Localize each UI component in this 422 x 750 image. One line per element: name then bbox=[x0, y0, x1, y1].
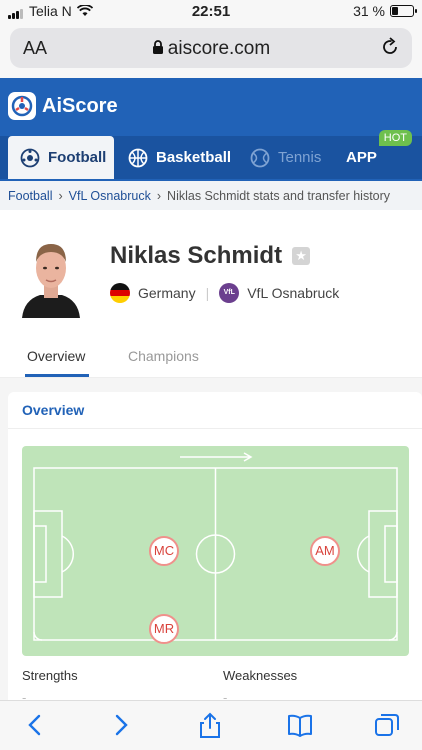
player-profile: Niklas Schmidt ★ Germany | VfL VfL Osnab… bbox=[0, 210, 422, 378]
domain-text: aiscore.com bbox=[167, 38, 271, 59]
player-photo bbox=[20, 232, 82, 318]
reload-icon[interactable] bbox=[380, 37, 400, 57]
football-icon bbox=[20, 148, 40, 167]
tennis-icon bbox=[250, 148, 270, 167]
sport-tabs: Football Basketball Tennis APP bbox=[0, 136, 422, 179]
tabs-icon[interactable] bbox=[373, 711, 401, 739]
breadcrumb-current: Niklas Schmidt stats and transfer histor… bbox=[167, 188, 391, 203]
back-icon[interactable] bbox=[21, 711, 49, 739]
player-name-row: Niklas Schmidt ★ bbox=[110, 242, 311, 270]
bookmarks-icon[interactable] bbox=[286, 711, 314, 739]
battery-icon bbox=[390, 5, 417, 17]
star-icon[interactable]: ★ bbox=[292, 247, 311, 265]
active-tab-indicator bbox=[25, 374, 89, 377]
forward-icon[interactable] bbox=[107, 711, 135, 739]
strengths-label: Strengths bbox=[22, 668, 78, 683]
card-divider bbox=[8, 428, 422, 429]
tab-overview[interactable]: Overview bbox=[27, 348, 85, 364]
player-country[interactable]: Germany bbox=[138, 285, 196, 301]
aiscore-logo[interactable]: AiScore bbox=[8, 92, 118, 120]
meta-divider: | bbox=[205, 285, 210, 301]
tab-app-label: APP bbox=[346, 149, 377, 166]
position-mr: MR bbox=[149, 614, 179, 644]
brand-name: AiScore bbox=[42, 94, 118, 117]
share-icon[interactable] bbox=[196, 711, 224, 739]
tab-tennis[interactable]: Tennis bbox=[238, 136, 330, 179]
browser-bottom-toolbar bbox=[0, 700, 422, 750]
tab-tennis-label: Tennis bbox=[278, 149, 322, 166]
browser-toolbar: AA aiscore.com bbox=[0, 24, 422, 78]
pitch-lines bbox=[33, 452, 398, 641]
tab-champions[interactable]: Champions bbox=[128, 348, 199, 364]
lock-icon bbox=[152, 40, 163, 54]
breadcrumb: Football › VfL Osnabruck › Niklas Schmid… bbox=[0, 181, 422, 210]
hot-badge: HOT bbox=[378, 130, 412, 146]
battery-level bbox=[392, 7, 398, 15]
position-pitch: MC AM MR bbox=[22, 446, 409, 656]
weaknesses-label: Weaknesses bbox=[223, 668, 298, 683]
tab-football[interactable]: Football bbox=[8, 136, 114, 179]
player-club[interactable]: VfL Osnabruck bbox=[247, 285, 339, 301]
position-mc: MC bbox=[149, 536, 179, 566]
tab-basketball[interactable]: Basketball bbox=[116, 136, 234, 179]
germany-flag-icon bbox=[110, 283, 130, 303]
club-badge-icon: VfL bbox=[219, 283, 240, 303]
address-bar[interactable]: AA aiscore.com bbox=[10, 28, 412, 68]
tab-basketball-label: Basketball bbox=[156, 149, 232, 166]
logo-mark-icon bbox=[8, 92, 36, 120]
overview-card: Overview MC AM MR Strengths Weaknesses -… bbox=[8, 392, 422, 707]
attack-direction-arrow-icon bbox=[180, 452, 253, 462]
tab-football-label: Football bbox=[48, 149, 107, 166]
breadcrumb-club[interactable]: VfL Osnabruck bbox=[69, 189, 151, 203]
profile-subtabs: Overview Champions bbox=[0, 338, 422, 378]
battery-percent: 31 % bbox=[353, 3, 385, 19]
status-right: 31 % bbox=[353, 3, 417, 19]
chevron-right-icon: › bbox=[58, 188, 63, 203]
player-meta: Germany | VfL VfL Osnabruck bbox=[110, 283, 339, 303]
breadcrumb-football[interactable]: Football bbox=[8, 189, 52, 203]
status-bar: Telia N 22:51 31 % bbox=[0, 0, 422, 24]
url-display[interactable]: aiscore.com bbox=[10, 38, 412, 60]
player-name: Niklas Schmidt bbox=[110, 242, 283, 269]
position-am: AM bbox=[310, 536, 340, 566]
overview-title: Overview bbox=[22, 402, 85, 418]
basketball-icon bbox=[128, 148, 148, 167]
chevron-right-icon: › bbox=[156, 188, 162, 203]
